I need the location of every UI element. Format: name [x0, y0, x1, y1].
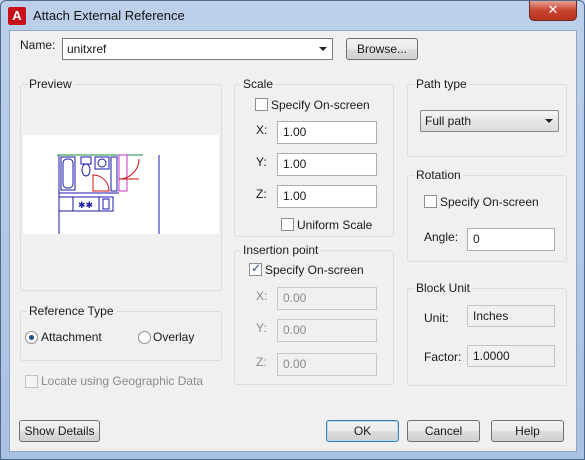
insertion-y-input[interactable]: 0.00 [277, 319, 377, 342]
help-button[interactable]: Help [491, 420, 564, 442]
browse-button[interactable]: Browse... [346, 38, 418, 60]
rotation-specify-checkbox[interactable] [424, 195, 437, 208]
scale-z-input[interactable]: 1.00 [277, 185, 377, 208]
insertion-specify-checkbox[interactable] [249, 261, 262, 276]
angle-label: Angle: [424, 230, 459, 244]
cancel-button[interactable]: Cancel [407, 420, 480, 442]
unit-value: Inches [467, 305, 555, 327]
scale-y-label: Y: [256, 155, 267, 169]
factor-label: Factor: [424, 350, 462, 364]
insertion-z-label: Z: [256, 355, 267, 369]
show-details-button[interactable]: Show Details [19, 420, 100, 442]
close-button[interactable]: ✕ [529, 1, 577, 21]
path-type-value: Full path [425, 114, 472, 128]
block-unit-title: Block Unit [414, 281, 473, 295]
factor-value: 1.0000 [467, 345, 555, 367]
path-type-title: Path type [414, 77, 469, 91]
attachment-radio[interactable] [25, 331, 38, 344]
scale-title: Scale [241, 77, 276, 91]
ok-button[interactable]: OK [326, 420, 399, 442]
autocad-logo-icon: A [8, 7, 26, 25]
dropdown-arrow-icon[interactable] [319, 47, 327, 51]
insertion-point-title: Insertion point [241, 243, 321, 257]
rotation-title: Rotation [414, 168, 463, 182]
preview-group-title: Preview [27, 77, 74, 91]
insertion-specify-label[interactable]: Specify On-screen [265, 263, 364, 277]
scale-specify-label[interactable]: Specify On-screen [271, 98, 370, 112]
floorplan-preview-icon: ✱✱ [57, 154, 160, 234]
svg-text:✱✱: ✱✱ [78, 201, 93, 211]
scale-z-label: Z: [256, 187, 267, 201]
geographic-data-checkbox[interactable] [25, 375, 38, 388]
insertion-x-input[interactable]: 0.00 [277, 287, 377, 310]
name-value: unitxref [67, 42, 107, 56]
attachment-label[interactable]: Attachment [41, 330, 102, 344]
scale-y-input[interactable]: 1.00 [277, 153, 377, 176]
block-unit-group: Block Unit [407, 281, 567, 386]
reference-type-title: Reference Type [27, 304, 116, 318]
scale-x-input[interactable]: 1.00 [277, 121, 377, 144]
name-combobox[interactable]: unitxref [62, 38, 333, 60]
overlay-label[interactable]: Overlay [153, 330, 194, 344]
scale-specify-checkbox[interactable] [255, 98, 268, 111]
name-label: Name: [20, 38, 56, 52]
geographic-data-label: Locate using Geographic Data [41, 374, 204, 388]
dropdown-arrow-icon[interactable] [545, 119, 553, 123]
uniform-scale-checkbox[interactable] [281, 218, 294, 231]
insertion-y-label: Y: [256, 321, 267, 335]
dialog-title: Attach External Reference [33, 8, 185, 23]
preview-image: ✱✱ [23, 135, 219, 234]
unit-label: Unit: [424, 311, 449, 325]
insertion-z-input[interactable]: 0.00 [277, 353, 377, 376]
overlay-radio[interactable] [138, 331, 151, 344]
angle-input[interactable]: 0 [467, 228, 555, 251]
title-bar[interactable]: A Attach External Reference ✕ [1, 1, 584, 31]
scale-x-label: X: [256, 123, 268, 137]
insertion-x-label: X: [256, 289, 268, 303]
rotation-specify-label[interactable]: Specify On-screen [440, 195, 539, 209]
path-type-select[interactable]: Full path [420, 110, 559, 132]
uniform-scale-label[interactable]: Uniform Scale [297, 218, 372, 232]
